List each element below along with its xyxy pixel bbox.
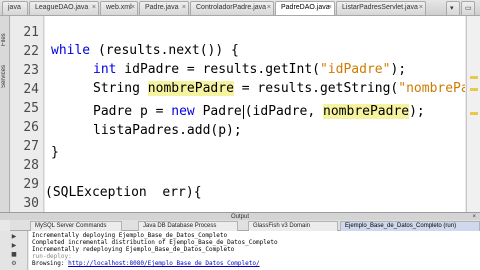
line-number-gutter: 21 22 23 24 25 26 27 28 29 30 xyxy=(11,16,44,212)
close-icon[interactable]: × xyxy=(131,4,135,11)
tab-label: ControladorPadre.java xyxy=(196,4,267,11)
editor-tab-bar: java LeagueDAO.java × web.xml × Padre.java… xyxy=(0,0,480,16)
tab-label: LeagueDAO.java xyxy=(35,4,89,11)
output-toolbar: ▶ ▶ ■ ⚙ xyxy=(0,231,28,270)
keyword-int: int xyxy=(93,62,117,77)
console-line: run-deploy: xyxy=(32,253,72,260)
code-text: (results.next()) { xyxy=(90,43,239,58)
side-panel-strip: Services Files xyxy=(0,16,10,212)
side-tab-files[interactable]: Files xyxy=(1,20,9,46)
code-text: = results.getString( xyxy=(233,81,399,96)
output-panel-header: Output × xyxy=(0,212,480,220)
tab-java-db-process[interactable]: Java DB Database Process xyxy=(138,221,238,231)
stop-icon[interactable]: ■ xyxy=(9,251,19,258)
highlighted-identifier: nombrePadre xyxy=(147,81,234,96)
line-number: 27 xyxy=(23,139,39,154)
line-number: 25 xyxy=(23,101,39,116)
line-number: 23 xyxy=(23,63,39,78)
occurrence-marker[interactable] xyxy=(470,88,478,91)
tab-mysql-server-commands[interactable]: MySQL Server Commands xyxy=(30,221,122,231)
editor-scrollbar[interactable] xyxy=(466,16,480,212)
tab-list-button[interactable]: ▾ xyxy=(446,1,460,15)
maximize-button[interactable]: ▭ xyxy=(461,1,475,15)
console-line: Completed incremental distribution of Ej… xyxy=(32,239,278,246)
console-link[interactable]: http://localhost:8080/Ejemplo_Base_de_Da… xyxy=(68,260,259,267)
line-number: 21 xyxy=(23,25,39,40)
rerun-icon[interactable]: ▶ xyxy=(9,233,19,240)
tab-label: web.xml xyxy=(106,4,132,11)
code-line-27[interactable]: } xyxy=(51,144,59,162)
code-line-29[interactable]: (SQLException err){ xyxy=(45,184,202,202)
line-number: 26 xyxy=(23,120,39,135)
code-line-23[interactable]: int idPadre = results.getInt("idPadre"); xyxy=(93,61,406,79)
console-line: Incrementally redeploying Ejemplo_Base_d… xyxy=(32,246,235,253)
line-number: 28 xyxy=(23,158,39,173)
occurrence-marker[interactable] xyxy=(470,112,478,115)
string-literal: "idPadre" xyxy=(319,62,391,77)
code-text: Padre p = xyxy=(93,104,172,119)
code-text: ); xyxy=(409,104,425,119)
code-line-25[interactable]: Padre p = new Padre (idPadre, nombrePadre… xyxy=(93,103,425,121)
console-line: Incrementally deploying Ejemplo_Base_de_… xyxy=(32,232,228,239)
code-text: (idPadre, xyxy=(244,104,324,119)
line-number: 30 xyxy=(23,196,39,211)
tab-label: java xyxy=(8,4,21,11)
code-text: } xyxy=(51,145,59,160)
code-editor[interactable]: while (results.next()) { int idPadre = r… xyxy=(45,16,465,212)
settings-icon[interactable]: ⚙ xyxy=(9,260,19,267)
line-number: 22 xyxy=(23,44,39,59)
close-icon[interactable]: × xyxy=(328,4,332,11)
tab-label: PadreDAO.java xyxy=(281,4,330,11)
code-text: (SQLException err){ xyxy=(45,185,202,200)
code-line-22[interactable]: while (results.next()) { xyxy=(51,42,239,60)
side-tab-services[interactable]: Services xyxy=(1,52,9,88)
tab-label: Padre.java xyxy=(145,4,179,11)
code-text: idPadre = results.getInt( xyxy=(116,62,320,77)
tab-padre[interactable]: Padre.java × xyxy=(139,1,189,15)
console-line: Browsing: http://localhost:8080/Ejemplo_… xyxy=(32,260,260,267)
code-text: String xyxy=(93,81,148,96)
output-console[interactable]: Incrementally deploying Ejemplo_Base_de_… xyxy=(29,231,480,270)
occurrence-marker[interactable] xyxy=(470,76,478,79)
string-literal: "nombrePadre" xyxy=(398,81,465,96)
close-icon[interactable]: × xyxy=(182,4,186,11)
tab-controladorpadre[interactable]: ControladorPadre.java × xyxy=(190,1,274,15)
close-icon[interactable]: × xyxy=(92,4,96,11)
tab-web-xml[interactable]: web.xml × xyxy=(100,1,138,15)
output-tab-bar: MySQL Server Commands Java DB Database P… xyxy=(10,220,480,231)
rerun-icon[interactable]: ▶ xyxy=(9,242,19,249)
keyword-while: while xyxy=(51,43,91,58)
code-text: ); xyxy=(390,62,407,77)
line-number: 29 xyxy=(23,177,39,192)
line-number: 24 xyxy=(23,82,39,97)
code-line-26[interactable]: listaPadres.add(p); xyxy=(93,122,242,140)
highlighted-identifier: nombrePadre xyxy=(323,104,410,119)
code-line-24[interactable]: String nombrePadre = results.getString("… xyxy=(93,80,465,98)
code-text: listaPadres.add(p); xyxy=(93,123,242,138)
tab-leaguedao[interactable]: LeagueDAO.java × xyxy=(29,1,99,15)
close-icon[interactable]: × xyxy=(419,4,423,11)
text-cursor xyxy=(242,104,244,119)
code-text: Padre xyxy=(194,104,242,119)
tab-padredao[interactable]: PadreDAO.java × xyxy=(275,1,335,15)
keyword-new: new xyxy=(171,104,195,119)
tab-label: ListarPadresServlet.java xyxy=(342,4,418,11)
close-icon[interactable]: × xyxy=(267,4,271,11)
tab-glassfish-domain[interactable]: GlassFish v3 Domain xyxy=(248,221,338,231)
console-text: Browsing: xyxy=(32,260,69,267)
tab-java[interactable]: java xyxy=(2,1,28,15)
tab-listarpadresservlet[interactable]: ListarPadresServlet.java × xyxy=(336,1,426,15)
tab-run-output[interactable]: Ejemplo_Base_de_Datos_Completo (run) xyxy=(340,221,480,231)
